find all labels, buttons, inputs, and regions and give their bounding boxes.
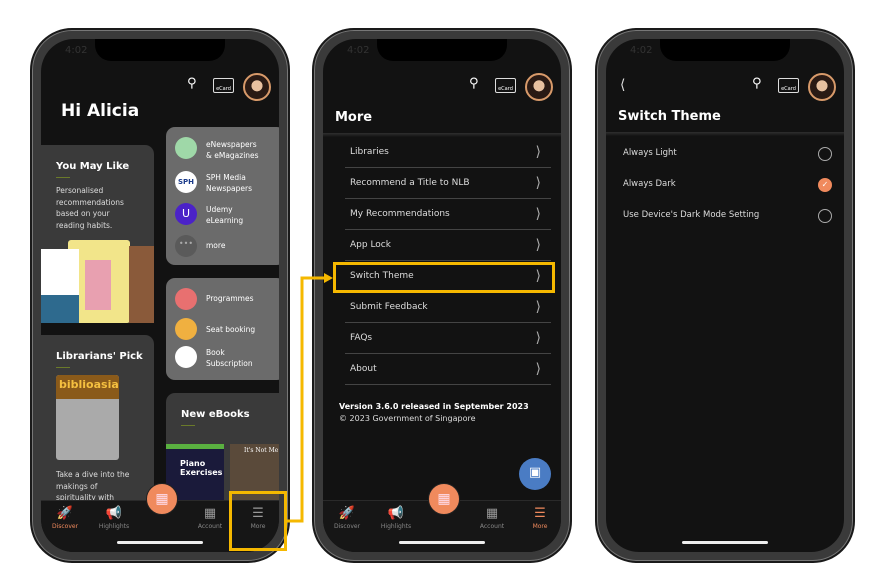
connector-arrow	[287, 273, 333, 523]
